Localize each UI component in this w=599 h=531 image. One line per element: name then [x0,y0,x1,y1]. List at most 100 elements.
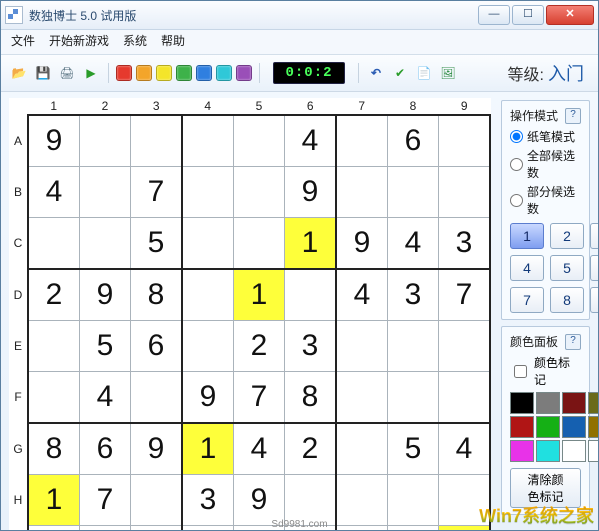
cell-C6[interactable]: 1 [285,218,337,270]
mode-pen[interactable]: 纸笔模式 [510,128,581,145]
palette-color-13[interactable] [588,440,598,462]
cell-E7[interactable] [336,321,388,372]
color-swatch-1[interactable] [136,65,152,81]
numpad-1[interactable]: 1 [510,223,544,249]
cell-G3[interactable]: 9 [131,423,183,475]
cell-A9[interactable] [439,115,491,167]
cell-D7[interactable]: 4 [336,269,388,321]
palette-color-10[interactable] [510,440,534,462]
mode-all-radio[interactable] [510,158,523,171]
cell-E5[interactable]: 2 [234,321,285,372]
cell-E6[interactable]: 3 [285,321,337,372]
palette-color-11[interactable] [536,440,560,462]
cell-H1[interactable]: 1 [28,475,80,526]
save-icon[interactable]: 💾 [33,63,53,83]
cell-E4[interactable] [182,321,234,372]
numpad-9[interactable]: 9 [590,287,598,313]
cell-D1[interactable]: 2 [28,269,80,321]
cell-C4[interactable] [182,218,234,270]
palette-color-3[interactable] [588,392,598,414]
check-icon[interactable]: ✔ [390,63,410,83]
color-swatch-6[interactable] [236,65,252,81]
cell-H2[interactable]: 7 [80,475,131,526]
cell-B9[interactable] [439,167,491,218]
cell-D6[interactable] [285,269,337,321]
cell-H7[interactable] [336,475,388,526]
cell-F4[interactable]: 9 [182,372,234,424]
cell-D4[interactable] [182,269,234,321]
cell-D2[interactable]: 9 [80,269,131,321]
clear-colors-button[interactable]: 清除颜色标记 [510,468,581,508]
mode-part-radio[interactable] [510,194,523,207]
cell-H4[interactable]: 3 [182,475,234,526]
cell-C8[interactable]: 4 [388,218,439,270]
cell-F9[interactable] [439,372,491,424]
print-icon[interactable]: 🖨 [57,63,77,83]
help-icon[interactable]: ? [565,334,581,350]
cell-E1[interactable] [28,321,80,372]
cell-C9[interactable]: 3 [439,218,491,270]
numpad-5[interactable]: 5 [550,255,584,281]
close-button[interactable]: ✕ [546,5,594,25]
sudoku-board[interactable]: 123456789A946B479C51943D2981437E5623F497… [9,98,491,530]
minimize-button[interactable]: — [478,5,510,25]
play-icon[interactable]: ▶ [81,63,101,83]
mode-pen-radio[interactable] [510,130,523,143]
cell-G1[interactable]: 8 [28,423,80,475]
cell-G4[interactable]: 1 [182,423,234,475]
palette-color-8[interactable] [588,416,598,438]
cell-D5[interactable]: 1 [234,269,285,321]
palette-color-7[interactable] [562,416,586,438]
numpad-4[interactable]: 4 [510,255,544,281]
cell-E2[interactable]: 5 [80,321,131,372]
cell-F6[interactable]: 8 [285,372,337,424]
palette-color-5[interactable] [510,416,534,438]
cell-H8[interactable] [388,475,439,526]
color-swatch-0[interactable] [116,65,132,81]
cell-F8[interactable] [388,372,439,424]
cell-D9[interactable]: 7 [439,269,491,321]
help-icon[interactable]: ? [565,108,581,124]
menu-file[interactable]: 文件 [11,32,35,52]
cell-A3[interactable] [131,115,183,167]
cell-A6[interactable]: 4 [285,115,337,167]
color-swatch-2[interactable] [156,65,172,81]
menu-new-game[interactable]: 开始新游戏 [49,32,109,52]
cell-F3[interactable] [131,372,183,424]
cell-C7[interactable]: 9 [336,218,388,270]
cell-A1[interactable]: 9 [28,115,80,167]
cell-E8[interactable] [388,321,439,372]
cell-D3[interactable]: 8 [131,269,183,321]
palette-color-6[interactable] [536,416,560,438]
numpad-2[interactable]: 2 [550,223,584,249]
color-mark-toggle[interactable]: 颜色标记 [510,354,581,388]
cell-D8[interactable]: 3 [388,269,439,321]
cell-G6[interactable]: 2 [285,423,337,475]
cell-E3[interactable]: 6 [131,321,183,372]
color-swatch-4[interactable] [196,65,212,81]
color-swatch-3[interactable] [176,65,192,81]
cell-A4[interactable] [182,115,234,167]
cell-F7[interactable] [336,372,388,424]
cell-E9[interactable] [439,321,491,372]
cell-B5[interactable] [234,167,285,218]
cell-F1[interactable] [28,372,80,424]
palette-color-1[interactable] [536,392,560,414]
color-swatch-5[interactable] [216,65,232,81]
cell-H6[interactable] [285,475,337,526]
cell-A7[interactable] [336,115,388,167]
numpad-7[interactable]: 7 [510,287,544,313]
note-icon[interactable]: 📄 [414,63,434,83]
cell-G9[interactable]: 4 [439,423,491,475]
cell-B7[interactable] [336,167,388,218]
cell-A5[interactable] [234,115,285,167]
cell-H9[interactable] [439,475,491,526]
cell-B6[interactable]: 9 [285,167,337,218]
maximize-button[interactable]: ☐ [512,5,544,25]
color-mark-checkbox[interactable] [514,365,527,378]
cell-F5[interactable]: 7 [234,372,285,424]
open-icon[interactable]: 📂 [9,63,29,83]
cell-H5[interactable]: 9 [234,475,285,526]
cell-C2[interactable] [80,218,131,270]
numpad-6[interactable]: 6 [590,255,598,281]
